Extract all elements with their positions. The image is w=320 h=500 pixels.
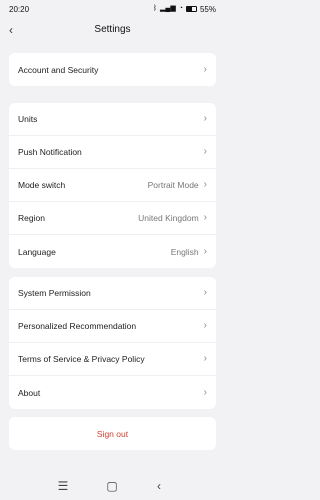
- home-icon[interactable]: ▢: [105, 479, 119, 493]
- settings-item-about[interactable]: About ›: [9, 376, 216, 409]
- battery-percent: 55%: [199, 4, 216, 14]
- chevron-right-icon: ›: [203, 212, 207, 223]
- mode-switch-value: Portrait Mode: [147, 180, 199, 190]
- chevron-right-icon: ›: [203, 113, 207, 124]
- settings-item-terms-privacy[interactable]: Terms of Service & Privacy Policy ›: [9, 343, 216, 376]
- chevron-right-icon: ›: [203, 146, 207, 157]
- battery-icon: [185, 6, 197, 12]
- settings-item-language[interactable]: Language English ›: [9, 235, 216, 268]
- language-value: English: [170, 246, 199, 257]
- settings-item-personalized-recommendation[interactable]: Personalized Recommendation ›: [9, 310, 216, 343]
- nav-bar: ‹ Settings: [0, 19, 225, 43]
- wifi-icon: ◔: [178, 5, 183, 12]
- status-time: 20:20: [9, 4, 30, 14]
- chevron-right-icon: ›: [203, 320, 207, 331]
- chevron-right-icon: ›: [203, 63, 207, 75]
- chevron-right-icon: ›: [203, 353, 207, 364]
- chevron-right-icon: ›: [203, 179, 207, 190]
- status-bar: 20:20 ᛒ ▂▄▆ ◔ 55%: [0, 0, 225, 18]
- chevron-right-icon: ›: [203, 386, 207, 398]
- settings-item-mode-switch[interactable]: Mode switch Portrait Mode ›: [9, 169, 216, 202]
- signal-icon: ▂▄▆: [160, 5, 176, 12]
- sign-out-button[interactable]: Sign out: [9, 417, 216, 450]
- back-icon[interactable]: ‹: [152, 479, 166, 493]
- system-card: System Permission › Personalized Recomme…: [9, 277, 216, 409]
- settings-item-units[interactable]: Units ›: [9, 103, 216, 136]
- region-value: United Kingdom: [138, 213, 199, 223]
- settings-item-push-notification[interactable]: Push Notification ›: [9, 136, 216, 169]
- system-navigation-bar: ☰ ▢ ‹: [0, 472, 225, 500]
- settings-item-account-security[interactable]: Account and Security ›: [9, 53, 216, 86]
- settings-item-system-permission[interactable]: System Permission ›: [9, 277, 216, 310]
- settings-item-region[interactable]: Region United Kingdom ›: [9, 202, 216, 235]
- chevron-right-icon: ›: [203, 287, 207, 298]
- menu-icon[interactable]: ☰: [56, 479, 70, 493]
- account-card: Account and Security ›: [9, 53, 216, 86]
- bluetooth-icon: ᛒ: [152, 5, 158, 12]
- chevron-right-icon: ›: [203, 245, 207, 257]
- preferences-card: Units › Push Notification › Mode switch …: [9, 103, 216, 268]
- status-icons: ᛒ ▂▄▆ ◔ 55%: [153, 5, 216, 14]
- page-title: Settings: [94, 24, 131, 35]
